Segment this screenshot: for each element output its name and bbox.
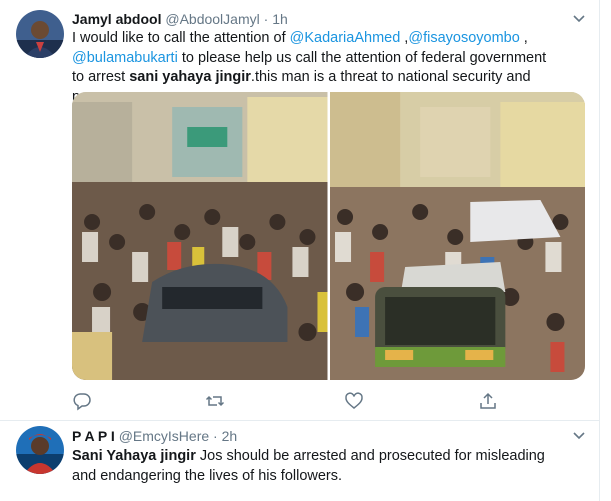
mention-link[interactable]: @bulamabukarti — [72, 50, 178, 66]
avatar[interactable] — [16, 10, 64, 58]
chevron-down-icon[interactable] — [572, 429, 586, 443]
separator-dot: · — [263, 11, 269, 27]
tweet[interactable]: Jamyl abdool @AbdoolJamyl · 1h I would l… — [0, 0, 600, 421]
crowd-photo-right[interactable] — [329, 92, 585, 380]
separator-dot: · — [213, 428, 218, 444]
text-segment: I would like to call the attention of — [72, 30, 290, 46]
retweet-icon[interactable] — [205, 391, 225, 411]
chevron-down-icon[interactable] — [572, 12, 586, 26]
share-icon[interactable] — [478, 391, 498, 411]
avatar[interactable] — [16, 426, 64, 474]
bold-text: Sani Yahaya jingir — [72, 448, 196, 464]
display-name[interactable]: P A P I — [72, 428, 115, 444]
timestamp[interactable]: 2h — [222, 428, 238, 444]
timestamp[interactable]: 1h — [272, 11, 288, 27]
tweet-text: Sani Yahaya jingir Jos should be arreste… — [72, 447, 572, 486]
crowd-photo-left[interactable] — [72, 92, 328, 380]
like-icon[interactable] — [344, 391, 364, 411]
tweet[interactable]: P A P I @EmcyIsHere · 2h Sani Yahaya jin… — [0, 421, 600, 501]
mention-link[interactable]: @KadariaAhmed — [290, 30, 401, 46]
reply-icon[interactable] — [72, 391, 92, 411]
user-handle[interactable]: @EmcyIsHere — [119, 428, 209, 444]
tweet-actions — [72, 391, 502, 411]
tweet-header: Jamyl abdool @AbdoolJamyl · 1h — [72, 10, 288, 28]
media-grid — [72, 92, 585, 380]
text-segment: , — [519, 30, 528, 46]
user-handle[interactable]: @AbdoolJamyl — [165, 11, 259, 27]
bold-text: sani yahaya jingir — [129, 69, 251, 85]
tweet-header: P A P I @EmcyIsHere · 2h — [72, 427, 237, 445]
mention-link[interactable]: @fisayosoyombo — [408, 30, 519, 46]
display-name[interactable]: Jamyl abdool — [72, 11, 161, 27]
